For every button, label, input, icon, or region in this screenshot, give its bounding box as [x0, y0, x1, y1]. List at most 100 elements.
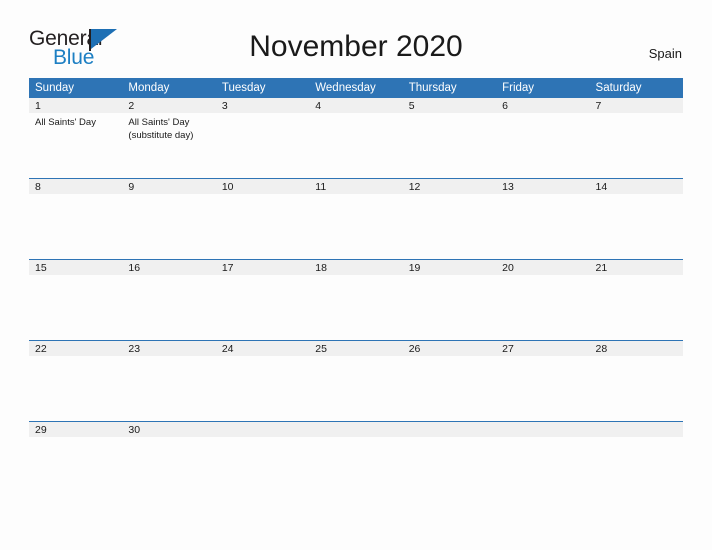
- calendar-day-cell[interactable]: 27: [496, 340, 590, 421]
- day-number: 12: [402, 179, 497, 194]
- day-number: 15: [29, 260, 123, 275]
- weekday-header-thursday: Thursday: [402, 78, 497, 98]
- day-number: 27: [496, 341, 590, 356]
- calendar-body: 1 All Saints' Day 2 All Saints' Day (substit…: [29, 98, 683, 455]
- calendar-week-row: 1 All Saints' Day 2 All Saints' Day (substit…: [29, 98, 683, 178]
- calendar-day-cell[interactable]: 20: [496, 259, 590, 340]
- day-cell-body: 30: [122, 421, 216, 455]
- day-cell-body: 28: [589, 340, 683, 421]
- calendar-day-cell[interactable]: 29: [29, 421, 123, 455]
- day-cell-body: 17: [215, 259, 310, 340]
- day-number: 7: [589, 98, 683, 113]
- calendar-day-cell[interactable]: 2 All Saints' Day (substitute day): [122, 98, 216, 178]
- day-cell-body: 15: [29, 259, 123, 340]
- day-cell-body: 24: [215, 340, 310, 421]
- calendar-day-cell[interactable]: 17: [215, 259, 310, 340]
- day-cell-body: [215, 421, 310, 455]
- calendar-day-cell[interactable]: 16: [122, 259, 216, 340]
- day-cell-body: [402, 421, 497, 455]
- calendar-day-cell[interactable]: 3: [215, 98, 310, 178]
- calendar-day-cell[interactable]: 21: [589, 259, 683, 340]
- calendar-day-cell[interactable]: 11: [309, 178, 403, 259]
- calendar-day-cell[interactable]: 22: [29, 340, 123, 421]
- day-cell-body: 2 All Saints' Day (substitute day): [122, 98, 216, 178]
- day-number: 29: [29, 422, 123, 437]
- calendar-day-cell[interactable]: [589, 421, 683, 455]
- calendar-day-cell[interactable]: 7: [589, 98, 683, 178]
- day-cell-body: 4: [309, 98, 403, 178]
- calendar-day-cell[interactable]: 18: [309, 259, 403, 340]
- day-number: 21: [589, 260, 683, 275]
- day-number: 26: [402, 341, 497, 356]
- day-number: 13: [496, 179, 590, 194]
- holiday-event: (substitute day): [128, 129, 194, 141]
- day-cell-body: 21: [589, 259, 683, 340]
- day-number: 10: [215, 179, 310, 194]
- day-cell-body: 29: [29, 421, 123, 455]
- day-cell-body: 1 All Saints' Day: [29, 98, 123, 178]
- calendar-day-cell[interactable]: 19: [402, 259, 497, 340]
- day-number: [496, 422, 590, 437]
- day-cell-body: [496, 421, 590, 455]
- day-number: 23: [122, 341, 216, 356]
- day-cell-body: 10: [215, 178, 310, 259]
- calendar-day-cell[interactable]: 25: [309, 340, 403, 421]
- day-number: [402, 422, 497, 437]
- day-cell-body: 19: [402, 259, 497, 340]
- day-cell-body: 18: [309, 259, 403, 340]
- day-number: [309, 422, 403, 437]
- day-cell-body: 12: [402, 178, 497, 259]
- calendar-day-cell[interactable]: [402, 421, 497, 455]
- calendar-day-cell[interactable]: 13: [496, 178, 590, 259]
- country-label: Spain: [648, 46, 682, 61]
- calendar-header-row: Sunday Monday Tuesday Wednesday Thursday…: [29, 78, 683, 98]
- day-cell-body: 5: [402, 98, 497, 178]
- page-title: November 2020: [249, 30, 463, 63]
- calendar-day-cell[interactable]: [309, 421, 403, 455]
- calendar-day-cell[interactable]: 6: [496, 98, 590, 178]
- calendar-day-cell[interactable]: 30: [122, 421, 216, 455]
- calendar-day-cell[interactable]: 24: [215, 340, 310, 421]
- day-cell-body: 13: [496, 178, 590, 259]
- day-number: 5: [402, 98, 497, 113]
- calendar-day-cell[interactable]: 28: [589, 340, 683, 421]
- day-cell-body: 14: [589, 178, 683, 259]
- day-cell-body: 20: [496, 259, 590, 340]
- calendar-page: General Blue November 2020 Spain Sunday …: [0, 0, 712, 550]
- calendar-week-row: 8 9 10 11 12 13 14: [29, 178, 683, 259]
- day-number: 18: [309, 260, 403, 275]
- calendar-day-cell[interactable]: 23: [122, 340, 216, 421]
- day-number: 16: [122, 260, 216, 275]
- day-number: 1: [29, 98, 123, 113]
- day-cell-body: 27: [496, 340, 590, 421]
- day-cell-body: [309, 421, 403, 455]
- day-cell-body: 26: [402, 340, 497, 421]
- calendar-day-cell[interactable]: 15: [29, 259, 123, 340]
- weekday-header-monday: Monday: [122, 78, 216, 98]
- calendar-day-cell[interactable]: 9: [122, 178, 216, 259]
- day-number: 14: [589, 179, 683, 194]
- weekday-header-sunday: Sunday: [29, 78, 123, 98]
- calendar-day-cell[interactable]: 5: [402, 98, 497, 178]
- calendar-day-cell[interactable]: 8: [29, 178, 123, 259]
- calendar-day-cell[interactable]: [215, 421, 310, 455]
- day-number: 8: [29, 179, 123, 194]
- calendar-day-cell[interactable]: 1 All Saints' Day: [29, 98, 123, 178]
- calendar-day-cell[interactable]: 14: [589, 178, 683, 259]
- calendar-day-cell[interactable]: [496, 421, 590, 455]
- weekday-header-saturday: Saturday: [589, 78, 683, 98]
- calendar-day-cell[interactable]: 4: [309, 98, 403, 178]
- day-number: 28: [589, 341, 683, 356]
- calendar-week-row: 29 30: [29, 421, 683, 455]
- calendar-day-cell[interactable]: 12: [402, 178, 497, 259]
- day-cell-body: 23: [122, 340, 216, 421]
- calendar-day-cell[interactable]: 10: [215, 178, 310, 259]
- day-cell-body: 22: [29, 340, 123, 421]
- day-number: 20: [496, 260, 590, 275]
- day-cell-body: 3: [215, 98, 310, 178]
- day-number: 30: [122, 422, 216, 437]
- day-events: All Saints' Day (substitute day): [122, 113, 215, 141]
- calendar-day-cell[interactable]: 26: [402, 340, 497, 421]
- day-cell-body: 9: [122, 178, 216, 259]
- day-number: 11: [309, 179, 403, 194]
